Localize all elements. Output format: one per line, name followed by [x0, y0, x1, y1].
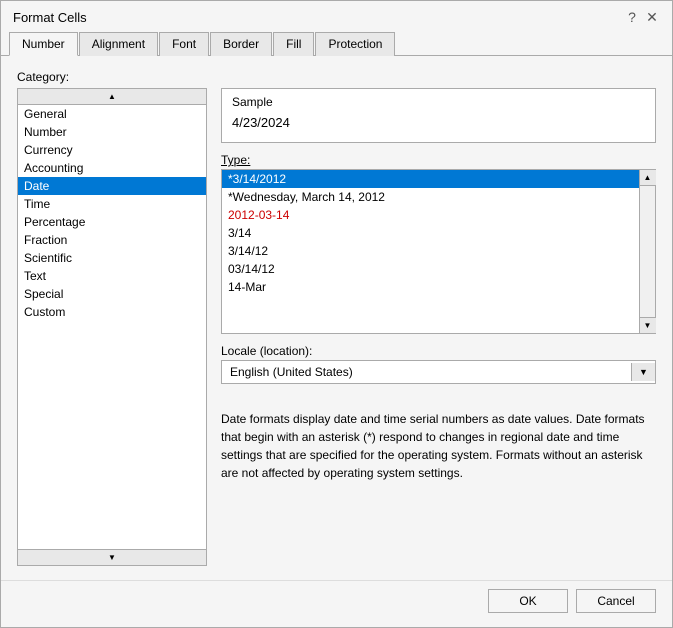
- sample-value: 4/23/2024: [232, 113, 645, 132]
- type-item-4[interactable]: 3/14/12: [222, 242, 639, 260]
- type-item-1[interactable]: *Wednesday, March 14, 2012: [222, 188, 639, 206]
- type-scrollbar: ▲ ▼: [639, 170, 655, 333]
- locale-label: Locale (location):: [221, 344, 656, 358]
- title-bar: Format Cells ? ✕: [1, 1, 672, 25]
- type-list-container[interactable]: *3/14/2012 *Wednesday, March 14, 2012 20…: [221, 169, 656, 334]
- type-item-2[interactable]: 2012-03-14: [222, 206, 639, 224]
- tab-protection[interactable]: Protection: [315, 32, 395, 56]
- category-item-time[interactable]: Time: [18, 195, 206, 213]
- type-item-5[interactable]: 03/14/12: [222, 260, 639, 278]
- type-section: Type: *3/14/2012 *Wednesday, March 14, 2…: [221, 153, 656, 334]
- tab-number[interactable]: Number: [9, 32, 78, 56]
- description-text: Date formats display date and time seria…: [221, 402, 656, 490]
- locale-select-wrapper[interactable]: English (United States) English (United …: [221, 360, 656, 384]
- category-item-fraction[interactable]: Fraction: [18, 231, 206, 249]
- title-controls: ? ✕: [624, 9, 660, 25]
- tab-bar: Number Alignment Font Border Fill Protec…: [1, 25, 672, 56]
- category-item-number[interactable]: Number: [18, 123, 206, 141]
- format-cells-dialog: Format Cells ? ✕ Number Alignment Font B…: [0, 0, 673, 628]
- type-item-0[interactable]: *3/14/2012: [222, 170, 639, 188]
- category-item-general[interactable]: General: [18, 105, 206, 123]
- category-label: Category:: [17, 70, 656, 84]
- category-scroll-down[interactable]: ▼: [18, 549, 206, 565]
- category-item-currency[interactable]: Currency: [18, 141, 206, 159]
- type-list[interactable]: *3/14/2012 *Wednesday, March 14, 2012 20…: [222, 170, 639, 333]
- right-panel: Sample 4/23/2024 Type: *3/14/2012 *Wedne…: [221, 88, 656, 566]
- sample-section: Sample 4/23/2024: [221, 88, 656, 143]
- category-item-date[interactable]: Date: [18, 177, 206, 195]
- type-scroll-up[interactable]: ▲: [640, 170, 656, 186]
- type-item-3[interactable]: 3/14: [222, 224, 639, 242]
- category-item-accounting[interactable]: Accounting: [18, 159, 206, 177]
- category-item-custom[interactable]: Custom: [18, 303, 206, 321]
- category-item-percentage[interactable]: Percentage: [18, 213, 206, 231]
- type-scroll-down[interactable]: ▼: [640, 317, 656, 333]
- locale-section: Locale (location): English (United State…: [221, 344, 656, 384]
- content-area: Category: ▲ General Number Currency Acco…: [1, 56, 672, 580]
- left-panel: ▲ General Number Currency Accounting Dat…: [17, 88, 207, 566]
- dialog-title: Format Cells: [13, 10, 87, 25]
- type-scroll-track: [640, 186, 655, 317]
- category-scroll-up[interactable]: ▲: [18, 89, 206, 105]
- tab-fill[interactable]: Fill: [273, 32, 314, 56]
- tab-border[interactable]: Border: [210, 32, 272, 56]
- type-label: Type:: [221, 153, 656, 167]
- help-button[interactable]: ?: [624, 9, 640, 25]
- category-item-special[interactable]: Special: [18, 285, 206, 303]
- cancel-button[interactable]: Cancel: [576, 589, 656, 613]
- type-item-6[interactable]: 14-Mar: [222, 278, 639, 296]
- button-row: OK Cancel: [1, 580, 672, 627]
- sample-label: Sample: [232, 95, 645, 109]
- category-items-container: General Number Currency Accounting Date …: [18, 105, 206, 549]
- ok-button[interactable]: OK: [488, 589, 568, 613]
- category-item-text[interactable]: Text: [18, 267, 206, 285]
- locale-dropdown-arrow[interactable]: ▼: [631, 363, 655, 381]
- tab-font[interactable]: Font: [159, 32, 209, 56]
- main-area: ▲ General Number Currency Accounting Dat…: [17, 88, 656, 566]
- category-list[interactable]: ▲ General Number Currency Accounting Dat…: [17, 88, 207, 566]
- locale-select[interactable]: English (United States) English (United …: [222, 361, 631, 383]
- tab-alignment[interactable]: Alignment: [79, 32, 158, 56]
- category-item-scientific[interactable]: Scientific: [18, 249, 206, 267]
- close-button[interactable]: ✕: [644, 9, 660, 25]
